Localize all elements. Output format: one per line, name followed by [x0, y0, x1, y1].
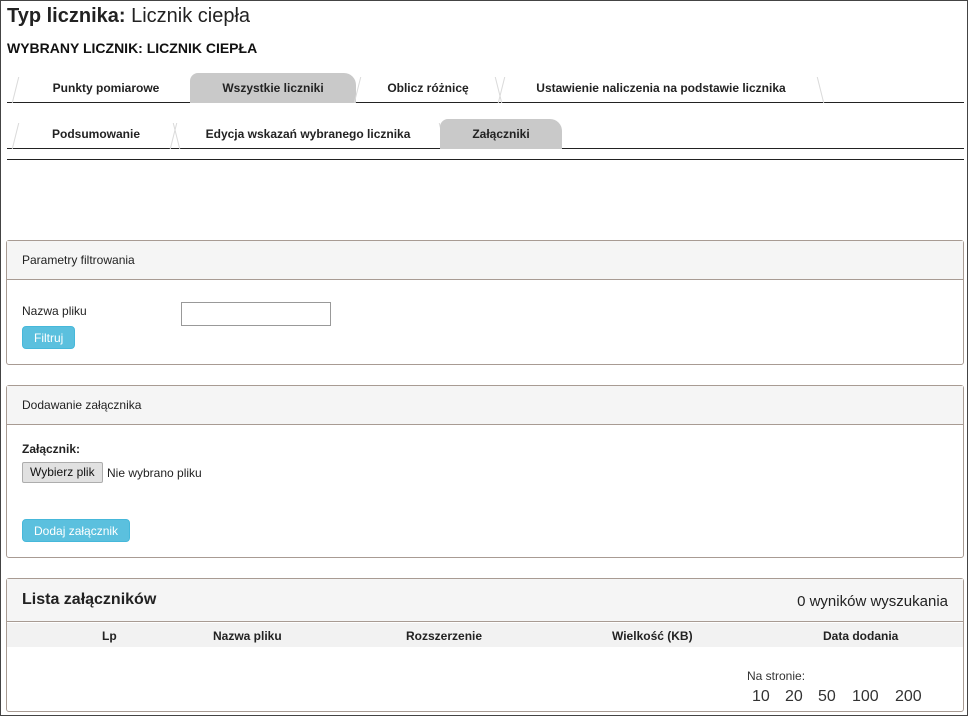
tab-label: Oblicz różnicę	[387, 81, 469, 95]
tab-punkty-pomiarowe[interactable]: Punkty pomiarowe	[11, 73, 201, 103]
tab-label: Edycja wskazań wybranego licznika	[205, 127, 411, 141]
page-title: Typ licznika: Licznik ciepła	[7, 5, 250, 28]
per-page-label: Na stronie:	[747, 669, 806, 683]
per-page-option-100[interactable]: 100	[852, 688, 879, 706]
tab-ustawienie-naliczenia[interactable]: Ustawienie naliczenia na podstawie liczn…	[497, 73, 825, 103]
col-header-date-added[interactable]: Data dodania	[823, 629, 898, 643]
tab-edge	[11, 123, 20, 149]
col-header-filename[interactable]: Nazwa pliku	[213, 629, 282, 643]
filename-label: Nazwa pliku	[22, 304, 87, 318]
per-page-option-50[interactable]: 50	[818, 688, 836, 706]
filter-panel: Parametry filtrowania Nazwa pliku Filtru…	[6, 240, 964, 365]
tab-edge	[816, 77, 825, 103]
tab-label: Załączniki	[472, 127, 530, 141]
filter-panel-title: Parametry filtrowania	[7, 241, 963, 280]
title-value: Licznik ciepła	[131, 5, 251, 27]
selected-meter-subtitle: WYBRANY LICZNIK: LICZNIK CIEPŁA	[7, 40, 258, 56]
tab-zalaczniki[interactable]: Załączniki	[440, 119, 562, 149]
tab-podsumowanie[interactable]: Podsumowanie	[11, 119, 181, 149]
per-page-option-200[interactable]: 200	[895, 688, 922, 706]
filter-button[interactable]: Filtruj	[22, 326, 76, 349]
no-file-text: Nie wybrano pliku	[107, 466, 202, 480]
title-label: Typ licznika:	[7, 5, 126, 27]
col-header-size[interactable]: Wielkość (KB)	[612, 629, 693, 643]
attachments-list-panel: Lista załączników 0 wyników wyszukania L…	[6, 578, 964, 712]
divider	[7, 159, 964, 160]
attachments-list-header: Lista załączników 0 wyników wyszukania	[7, 579, 963, 622]
attachment-label: Załącznik:	[22, 442, 81, 456]
col-header-extension[interactable]: Rozszerzenie	[406, 629, 482, 643]
add-attachment-button[interactable]: Dodaj załącznik	[22, 519, 131, 542]
tab-label: Podsumowanie	[51, 127, 140, 141]
tab-label: Ustawienie naliczenia na podstawie liczn…	[536, 81, 786, 95]
col-header-lp[interactable]: Lp	[102, 629, 117, 643]
add-attachment-panel-title: Dodawanie załącznika	[7, 386, 963, 425]
tab-oblicz-roznice[interactable]: Oblicz różnicę	[353, 73, 503, 103]
per-page-option-20[interactable]: 20	[785, 688, 803, 706]
tab-label: Punkty pomiarowe	[52, 81, 160, 95]
tab-bar-primary: Punkty pomiarowe Wszystkie liczniki Obli…	[7, 73, 964, 103]
add-attachment-panel: Dodawanie załącznika Załącznik: Wybierz …	[6, 385, 964, 558]
per-page-option-10[interactable]: 10	[752, 688, 770, 706]
results-count: 0 wyników wyszukania	[797, 593, 948, 610]
attachments-list-title: Lista załączników	[22, 591, 157, 608]
choose-file-button[interactable]: Wybierz plik	[22, 462, 103, 483]
table-header-row: Lp Nazwa pliku Rozszerzenie Wielkość (KB…	[7, 623, 963, 647]
tab-label: Wszystkie liczniki	[222, 81, 324, 95]
tab-edge	[11, 77, 20, 103]
tab-edycja-wskazan[interactable]: Edycja wskazań wybranego licznika	[169, 119, 447, 149]
filename-input[interactable]	[181, 302, 331, 326]
tab-wszystkie-liczniki[interactable]: Wszystkie liczniki	[190, 73, 356, 103]
tab-bar-secondary: Podsumowanie Edycja wskazań wybranego li…	[7, 119, 964, 149]
